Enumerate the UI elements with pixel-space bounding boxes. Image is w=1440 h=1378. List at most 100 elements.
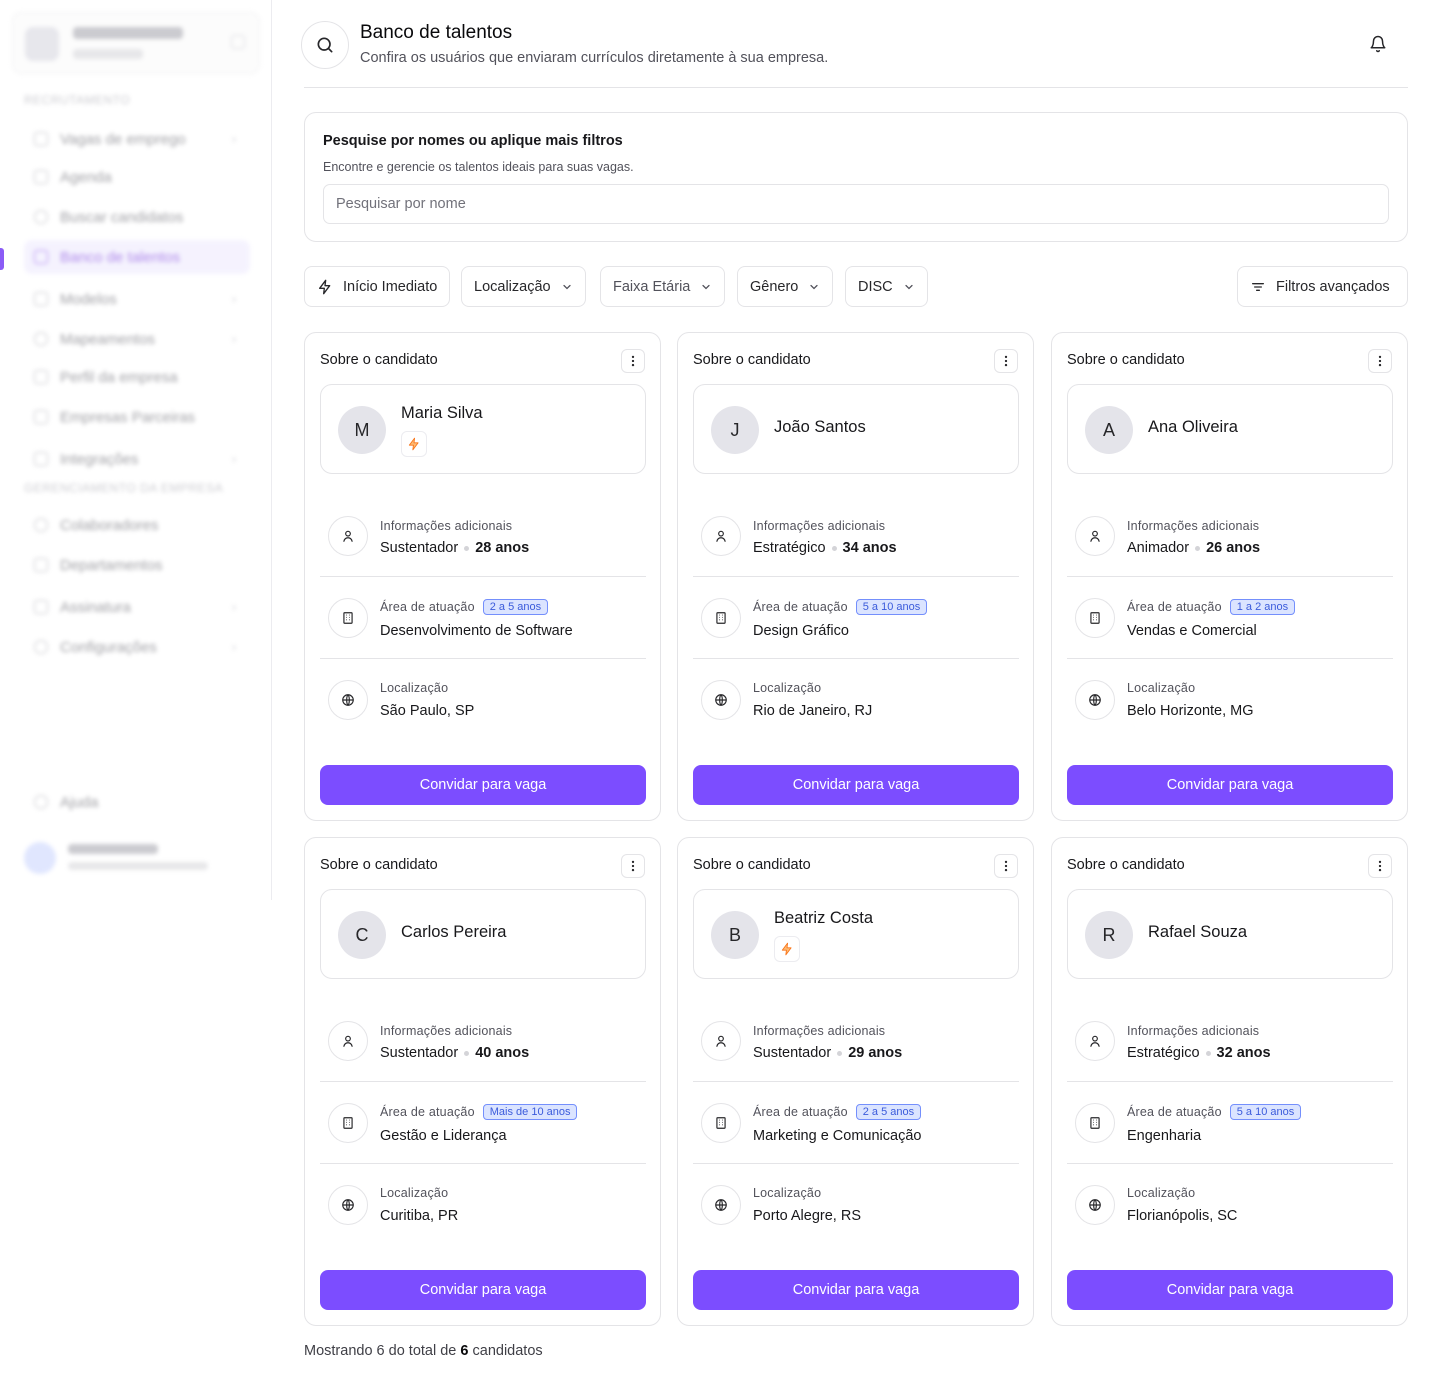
filter-age-range-dropdown[interactable]: Faixa Etária	[600, 266, 726, 307]
department-icon	[34, 558, 48, 572]
filter-lines-icon	[1250, 279, 1266, 295]
behavior-profile: Animador	[1127, 540, 1190, 556]
building-icon	[1075, 1103, 1115, 1143]
behavior-profile: Sustentador	[380, 1045, 459, 1061]
more-options-icon[interactable]	[994, 854, 1018, 878]
additional-info-value: Sustentador 28 anos	[380, 540, 529, 556]
user-icon	[701, 1021, 741, 1061]
additional-info-label: Informações adicionais	[380, 519, 513, 533]
chevron-right-icon: ›	[232, 132, 236, 146]
card-title: Sobre o candidato	[1067, 857, 1185, 873]
invite-to-job-button[interactable]: Convidar para vaga	[320, 1270, 646, 1310]
separator-dot	[1195, 545, 1201, 551]
area-row: Área de atuação Mais de 10 anos Gestão e…	[320, 1082, 646, 1164]
area-row: Área de atuação 2 a 5 anos Marketing e C…	[693, 1082, 1019, 1164]
candidate-name: Maria Silva	[401, 404, 483, 422]
chevron-right-icon: ›	[232, 640, 236, 654]
globe-icon	[1075, 680, 1115, 720]
more-options-icon[interactable]	[621, 854, 645, 878]
location-value: Porto Alegre, RS	[753, 1208, 861, 1224]
location-label: Localização	[380, 681, 449, 695]
invite-to-job-button[interactable]: Convidar para vaga	[1067, 765, 1393, 805]
sidebar-item-company-profile[interactable]: Perfil da empresa	[24, 360, 250, 394]
sidebar-item-search-candidates[interactable]: Buscar candidatos	[24, 200, 250, 234]
location-value: Florianópolis, SC	[1127, 1208, 1238, 1224]
separator-dot	[464, 1050, 470, 1056]
location-value: Belo Horizonte, MG	[1127, 703, 1254, 719]
card-title: Sobre o candidato	[693, 857, 811, 873]
sidebar-item-partner-companies[interactable]: Empresas Parceiras	[24, 400, 250, 434]
more-options-icon[interactable]	[621, 349, 645, 373]
location-value: Rio de Janeiro, RJ	[753, 703, 873, 719]
page-subtitle: Confira os usuários que enviaram currícu…	[360, 50, 829, 66]
area-value: Marketing e Comunicação	[753, 1128, 922, 1144]
candidate-profile[interactable]: C Carlos Pereira	[320, 889, 646, 979]
additional-info-value: Sustentador 29 anos	[753, 1045, 902, 1061]
candidate-profile[interactable]: M Maria Silva	[320, 384, 646, 474]
more-options-icon[interactable]	[1368, 349, 1392, 373]
invite-to-job-button[interactable]: Convidar para vaga	[693, 765, 1019, 805]
candidate-name: Carlos Pereira	[401, 923, 507, 941]
additional-info-row: Informações adicionais Sustentador 40 an…	[320, 1000, 646, 1082]
invite-to-job-button[interactable]: Convidar para vaga	[1067, 1270, 1393, 1310]
invite-to-job-button[interactable]: Convidar para vaga	[320, 765, 646, 805]
location-label: Localização	[1127, 1186, 1196, 1200]
search-input[interactable]	[323, 184, 1389, 224]
sidebar-item-settings[interactable]: Configurações ›	[24, 630, 250, 664]
sidebar-item-mappings[interactable]: Mapeamentos ›	[24, 322, 250, 356]
location-row: Localização Curitiba, PR	[320, 1164, 646, 1246]
sidebar-item-calendar[interactable]: Agenda	[24, 160, 250, 194]
sidebar-item-departments[interactable]: Departamentos	[24, 548, 250, 582]
sidebar-item-subscription[interactable]: Assinatura ›	[24, 590, 250, 624]
user-icon	[701, 516, 741, 556]
avatar: A	[1085, 406, 1133, 454]
globe-icon	[1075, 1185, 1115, 1225]
candidate-profile[interactable]: A Ana Oliveira	[1067, 384, 1393, 474]
experience-badge: 5 a 10 anos	[1229, 1104, 1302, 1120]
area-label: Área de atuação 2 a 5 anos	[380, 599, 549, 615]
additional-info-label: Informações adicionais	[1127, 1024, 1260, 1038]
candidate-age: 26 anos	[1206, 540, 1261, 556]
chevron-right-icon: ›	[232, 292, 236, 306]
sidebar-item-employees[interactable]: Colaboradores	[24, 508, 250, 542]
user-icon	[328, 1021, 368, 1061]
candidate-profile[interactable]: R Rafael Souza	[1067, 889, 1393, 979]
sidebar-item-templates[interactable]: Modelos ›	[24, 282, 250, 316]
filter-location-dropdown[interactable]: Localização	[461, 266, 586, 307]
filter-immediate-start[interactable]: Início Imediato	[304, 266, 451, 307]
sidebar-item-help[interactable]: Ajuda	[24, 785, 250, 819]
chevron-right-icon: ›	[232, 452, 236, 466]
experience-badge: 2 a 5 anos	[482, 599, 549, 615]
active-indicator	[0, 248, 4, 270]
user-menu[interactable]	[24, 838, 250, 878]
main-content: Banco de talentos Confira os usuários qu…	[301, 0, 1408, 307]
filter-gender-dropdown[interactable]: Gênero	[737, 266, 834, 307]
invite-to-job-button[interactable]: Convidar para vaga	[693, 1270, 1019, 1310]
sidebar-item-jobs[interactable]: Vagas de emprego ›	[24, 122, 250, 156]
calendar-icon	[34, 170, 48, 184]
chevron-right-icon: ›	[232, 600, 236, 614]
area-label: Área de atuação 1 a 2 anos	[1127, 599, 1296, 615]
candidate-card: Sobre o candidato M Maria Silva Informaç…	[304, 332, 661, 821]
area-row: Área de atuação 2 a 5 anos Desenvolvimen…	[320, 577, 646, 659]
search-panel: Pesquise por nomes ou aplique mais filtr…	[304, 112, 1408, 242]
sidebar-item-talent-bank[interactable]: Banco de talentos	[24, 240, 250, 274]
avatar: J	[711, 406, 759, 454]
organization-switcher[interactable]	[12, 12, 260, 74]
more-options-icon[interactable]	[994, 349, 1018, 373]
additional-info-value: Sustentador 40 anos	[380, 1045, 529, 1061]
candidate-profile[interactable]: B Beatriz Costa	[693, 889, 1019, 979]
notifications-bell-icon[interactable]	[1368, 34, 1388, 54]
filter-disc-dropdown[interactable]: DISC	[845, 266, 928, 307]
more-options-icon[interactable]	[1368, 854, 1392, 878]
advanced-filters-button[interactable]: Filtros avançados	[1237, 266, 1408, 307]
sidebar-item-integrations[interactable]: Integrações ›	[24, 442, 250, 476]
additional-info-label: Informações adicionais	[753, 1024, 886, 1038]
candidate-profile[interactable]: J João Santos	[693, 384, 1019, 474]
additional-info-value: Animador 26 anos	[1127, 540, 1260, 556]
results-count: Mostrando 6 do total de 6 candidatos	[304, 1343, 543, 1359]
card-title: Sobre o candidato	[320, 857, 438, 873]
separator-dot	[464, 545, 470, 551]
candidate-name: Ana Oliveira	[1148, 418, 1238, 436]
archive-icon	[34, 250, 48, 264]
